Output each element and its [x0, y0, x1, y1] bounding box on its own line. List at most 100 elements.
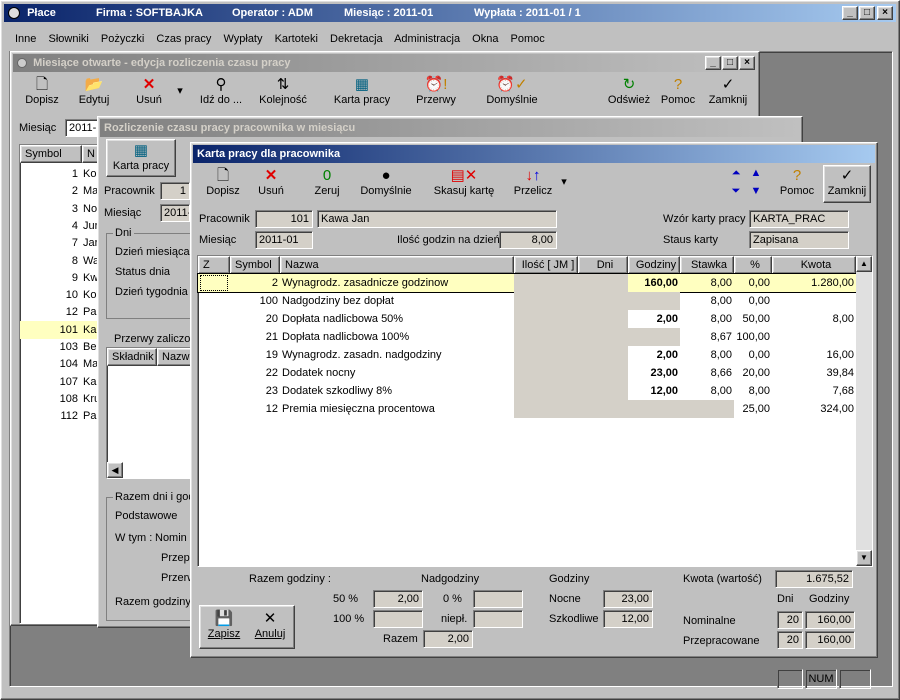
wc-pracownik-name: Kawa Jan: [317, 210, 557, 228]
employee-row[interactable]: 3 No: [20, 200, 100, 218]
menu-wyplaty[interactable]: Wypłaty: [223, 33, 262, 45]
menu-pomoc[interactable]: Pomoc: [511, 33, 545, 45]
employee-row[interactable]: 108 Kru: [20, 390, 100, 408]
workcard-window: Karta pracy dla pracownika 🗋 Dopisz ✕ Usuń…: [190, 142, 878, 658]
grid-row[interactable]: 12 Premia miesięczna procentowa 25,00 324,0…: [198, 400, 856, 418]
nav-last-icon[interactable]: ⏷: [729, 185, 743, 198]
menu-czas-pracy[interactable]: Czas pracy: [156, 33, 211, 45]
recalc-arrows-icon: ↓↑: [525, 167, 541, 184]
workcard-zeruj-button[interactable]: 0 Zeruj: [307, 167, 347, 197]
menu-kartoteki[interactable]: Kartoteki: [275, 33, 318, 45]
months-zamknij-button[interactable]: ✓ Zamknij: [705, 76, 751, 106]
months-karta-pracy-button[interactable]: ▦ Karta pracy: [331, 76, 393, 106]
col-header-proc[interactable]: %: [734, 256, 772, 274]
employee-row[interactable]: 107 Ka: [20, 373, 100, 391]
skladnik-grid[interactable]: Składnik Nazwa ◀: [106, 347, 195, 479]
main-titlebar: Płace Firma : SOFTBAJKA Operator : ADM M…: [4, 4, 896, 22]
workcard-grid[interactable]: Z Symbol Nazwa Ilość [ JM ] Dni Godziny Stawka…: [197, 255, 873, 567]
col-header-symbol[interactable]: Symbol: [230, 256, 280, 274]
col-header-kwota[interactable]: Kwota: [772, 256, 856, 274]
grid-scrollbar[interactable]: ▲ ▼: [856, 256, 872, 566]
employee-row[interactable]: 1 Ko: [20, 165, 100, 183]
ft-p0-label: 0 %: [443, 593, 462, 605]
employee-row[interactable]: 4 Jur: [20, 217, 100, 235]
close-button[interactable]: ×: [877, 6, 893, 20]
months-przerwy-button[interactable]: ⏰! Przerwy: [411, 76, 461, 106]
employee-row[interactable]: 101 Ka: [20, 320, 100, 339]
grid-row[interactable]: 22 Dodatek nocny 23,00 8,66 20,00 39,84: [198, 364, 856, 382]
employee-row[interactable]: 112 Pa: [20, 407, 100, 425]
workcard-zamknij-button[interactable]: ✓ Zamknij: [823, 165, 871, 203]
menu-okna[interactable]: Okna: [472, 33, 498, 45]
months-close-button[interactable]: ×: [739, 56, 755, 70]
workcard-przelicz-dropdown[interactable]: ▾: [559, 175, 569, 188]
months-employee-list[interactable]: Symbol N 1 Ko 2 Ma 3 No 4 Jur 7 Jar 8 Wa 9 Kw 10 Ko 12 Pa…: [19, 144, 102, 624]
employee-row[interactable]: 10 Ko: [20, 286, 100, 304]
nav-first-icon[interactable]: ⏶: [729, 167, 743, 180]
employee-row[interactable]: 8 Wa: [20, 252, 100, 270]
months-usun-button[interactable]: ✕ Usuń: [129, 76, 169, 106]
nav-next-icon[interactable]: ▼: [749, 185, 763, 197]
scroll-down-button[interactable]: ▼: [856, 550, 872, 566]
employee-row[interactable]: 7 Jar: [20, 234, 100, 252]
months-domyslnie-button[interactable]: ⏰✓ Domyślnie: [483, 76, 541, 106]
employee-row[interactable]: 12 Pa: [20, 303, 100, 321]
cell-stawka: 8,66: [710, 367, 732, 379]
cancel-x-icon: ✕: [263, 610, 277, 627]
col-header-nazwa[interactable]: Nazwa: [280, 256, 514, 274]
settlement-karta-pracy-button[interactable]: ▦ Karta pracy: [106, 139, 176, 177]
cell-nazwa: Wynagrodz. zasadnicze godzinow: [282, 277, 449, 289]
menu-dekretacja[interactable]: Dekretacja: [330, 33, 383, 45]
settlement-pracownik-field[interactable]: 1: [160, 182, 190, 200]
grid-row[interactable]: 19 Wynagrodz. zasadn. nadgodziny 2,00 8,00 0…: [198, 346, 856, 364]
zapisz-button[interactable]: 💾 Zapisz: [204, 610, 244, 640]
menu-inne[interactable]: Inne: [15, 33, 36, 45]
workcard-przelicz-button[interactable]: ↓↑ Przelicz: [509, 167, 557, 197]
months-idz-do-button[interactable]: ⚲ Idź do ...: [197, 76, 245, 106]
scroll-up-button[interactable]: ▲: [856, 256, 872, 272]
months-dopisz-button[interactable]: 🗋 Dopisz: [21, 76, 63, 106]
workcard-domyslnie-button[interactable]: ● Domyślnie: [357, 167, 415, 197]
maximize-button[interactable]: □: [859, 6, 875, 20]
col-symbol-header[interactable]: Symbol: [20, 145, 82, 163]
anuluj-button[interactable]: ✕ Anuluj: [250, 610, 290, 640]
grid-row[interactable]: 100 Nadgodziny bez dopłat 8,00 0,00: [198, 292, 856, 310]
employee-row[interactable]: 104 Ma: [20, 355, 100, 373]
settlement-miesiac-field[interactable]: 2011-: [160, 204, 190, 222]
workcard-dopisz-button[interactable]: 🗋 Dopisz: [199, 167, 247, 197]
nav-prev-icon[interactable]: ▲: [749, 167, 763, 179]
workcard-skasuj-button[interactable]: ▤✕ Skasuj kartę: [431, 167, 497, 197]
employee-num: 112: [60, 410, 78, 423]
col-skladnik-header[interactable]: Składnik: [107, 348, 157, 366]
months-edytuj-button[interactable]: 📂 Edytuj: [73, 76, 115, 106]
grid-row[interactable]: 21 Dopłata nadlicbowa 100% 8,67 100,00: [198, 328, 856, 346]
months-usun-dropdown[interactable]: ▾: [175, 84, 185, 97]
menu-slowniki[interactable]: Słowniki: [48, 33, 88, 45]
employee-row[interactable]: 103 Be: [20, 338, 100, 356]
menu-administracja[interactable]: Administracja: [394, 33, 460, 45]
ft-razem-field: 2,00: [423, 630, 473, 648]
minimize-button[interactable]: _: [842, 6, 858, 20]
grid-row[interactable]: 20 Dopłata nadlicbowa 50% 2,00 8,00 50,00 8,0…: [198, 310, 856, 328]
months-maximize-button[interactable]: □: [722, 56, 738, 70]
workcard-pomoc-button[interactable]: ? Pomoc: [775, 167, 819, 197]
col-header-stawka[interactable]: Stawka: [680, 256, 734, 274]
grid-row[interactable]: 2 Wynagrodz. zasadnicze godzinow 160,00 8,0…: [197, 273, 857, 293]
grid-row[interactable]: 23 Dodatek szkodliwy 8% 12,00 8,00 8,00 7,68: [198, 382, 856, 400]
col-header-z[interactable]: Z: [198, 256, 230, 274]
col-header-dni[interactable]: Dni: [578, 256, 628, 274]
employee-row[interactable]: 2 Ma: [20, 182, 100, 200]
months-minimize-button[interactable]: _: [705, 56, 721, 70]
workcard-usun-button[interactable]: ✕ Usuń: [251, 167, 291, 197]
ft-przepracowane-label: Przepracowane: [683, 635, 760, 647]
employee-row[interactable]: 9 Kw: [20, 269, 100, 287]
months-pomoc-button[interactable]: ? Pomoc: [657, 76, 699, 106]
months-odswiez-button[interactable]: ↻ Odśwież: [605, 76, 653, 106]
dzien-tygodnia-label: Dzień tygodnia: [115, 286, 188, 298]
employee-num: 104: [59, 358, 78, 371]
col-header-godziny[interactable]: Godziny: [628, 256, 680, 274]
grid-scroll-left[interactable]: ◀: [107, 462, 123, 478]
menu-pozyczki[interactable]: Pożyczki: [101, 33, 144, 45]
months-kolejnosc-button[interactable]: ⇅ Kolejność: [257, 76, 309, 106]
col-header-ilosc[interactable]: Ilość [ JM ]: [514, 256, 578, 274]
